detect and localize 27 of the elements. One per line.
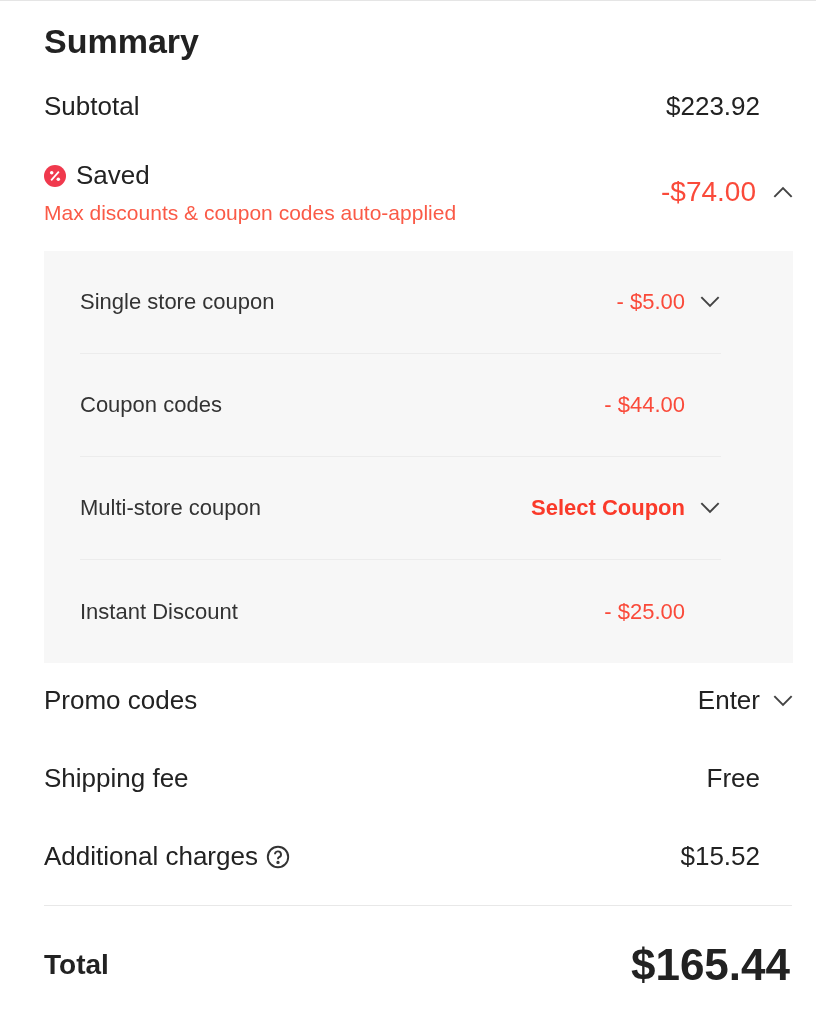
- discount-amount: - $5.00: [616, 288, 685, 316]
- discount-label: Single store coupon: [80, 288, 275, 316]
- discount-label: Multi-store coupon: [80, 494, 261, 522]
- chevron-up-icon[interactable]: [772, 185, 794, 199]
- discount-label: Instant Discount: [80, 597, 238, 626]
- discount-label: Coupon codes: [80, 391, 222, 419]
- chevron-down-icon[interactable]: [699, 295, 721, 308]
- discount-icon: [44, 164, 66, 187]
- discount-amount: - $44.00: [604, 391, 685, 419]
- saved-note: Max discounts & coupon codes auto-applied: [44, 200, 457, 226]
- row-label: Shipping fee: [44, 762, 189, 795]
- row-label: Promo codes: [44, 684, 198, 717]
- total-amount: $165.44: [630, 938, 790, 991]
- saved-label: Saved: [76, 159, 150, 192]
- summary-title: Summary: [44, 21, 200, 62]
- chevron-down-icon[interactable]: [699, 501, 721, 514]
- row-label: Additional charges: [44, 840, 258, 873]
- row-value: $223.92: [666, 90, 760, 123]
- discount-amount: - $25.00: [604, 597, 685, 626]
- row-label: Subtotal: [44, 90, 140, 123]
- row-value: $15.52: [680, 840, 760, 873]
- total-label: Total: [44, 947, 109, 982]
- row-value: Free: [706, 762, 760, 795]
- help-icon[interactable]: [265, 844, 290, 869]
- row-value[interactable]: Enter: [697, 681, 760, 720]
- chevron-down-icon[interactable]: [772, 694, 794, 707]
- saved-amount: -$74.00: [661, 175, 756, 210]
